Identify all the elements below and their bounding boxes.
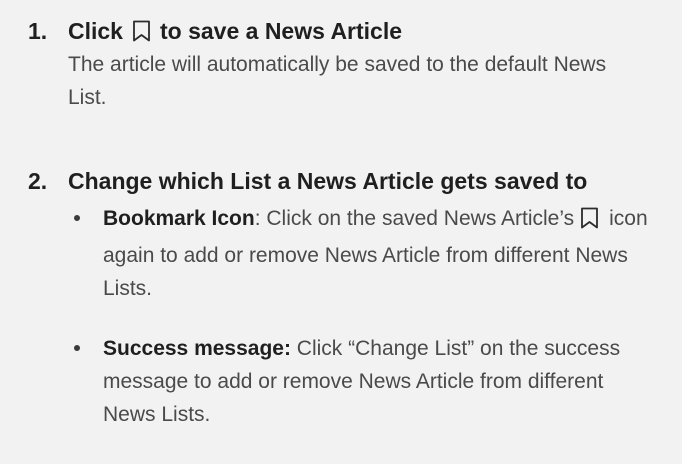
step-1-heading-before: Click	[68, 18, 123, 44]
step-2: 2. Change which List a News Article gets…	[28, 164, 672, 431]
step-number: 1.	[28, 18, 48, 44]
bookmark-icon	[580, 206, 599, 239]
step-2-heading: 2. Change which List a News Article gets…	[28, 164, 672, 198]
bullet-term: Success message:	[103, 337, 291, 360]
step-1-description: The article will automatically be saved …	[68, 53, 607, 109]
list-item: Bookmark Icon: Click on the saved News A…	[68, 202, 653, 305]
bookmark-icon	[132, 20, 151, 42]
bullet-text-before: : Click on the saved News Article’s	[254, 207, 575, 230]
step-1-heading: 1. Click to save a News Article	[28, 14, 672, 48]
bullet-term: Bookmark Icon	[103, 207, 255, 230]
list-item: Success message: Click “Change List” on …	[68, 332, 653, 431]
step-2-bullet-list: Bookmark Icon: Click on the saved News A…	[68, 202, 672, 431]
step-number: 2.	[28, 168, 48, 194]
step-2-heading-text: Change which List a News Article gets sa…	[68, 168, 588, 194]
bullet-dot	[74, 215, 80, 221]
step-1-heading-after: to save a News Article	[159, 18, 403, 44]
bullet-dot	[74, 345, 80, 351]
step-1: 1. Click to save a News Article The arti…	[28, 14, 672, 114]
